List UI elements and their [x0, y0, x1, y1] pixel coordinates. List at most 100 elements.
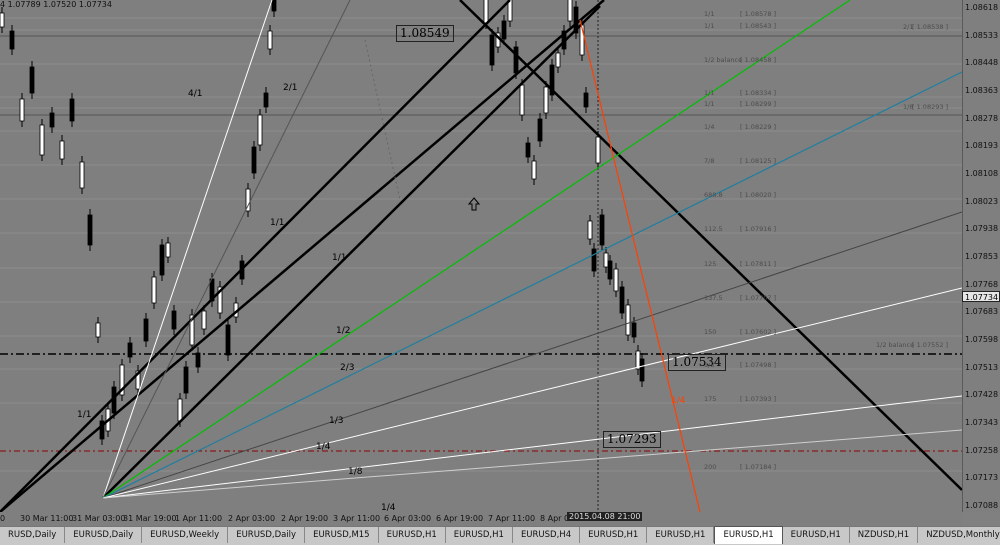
murrey-level-value: [ 1.07811 ]: [740, 260, 777, 268]
price-box-middle[interactable]: 1.07534: [668, 354, 726, 371]
gann-line-main-2[interactable]: [0, 0, 605, 512]
candle-body: [483, 0, 489, 24]
murrey-level-name: 1/1: [704, 89, 715, 97]
candle-body: [599, 214, 605, 246]
price-box-upper[interactable]: 1.08549: [396, 25, 454, 42]
candle-body: [567, 0, 573, 22]
gann-fan-1-2[interactable]: [102, 211, 962, 499]
candle-body: [127, 342, 133, 358]
candle-body: [49, 112, 55, 128]
price-tick: 1.08448: [965, 58, 999, 68]
gann-fan-green[interactable]: [102, 0, 851, 499]
price-tick: 1.07513: [965, 362, 999, 372]
gann-label-1-8: 1/8: [348, 467, 363, 477]
gann-line-1-1[interactable]: [102, 5, 601, 499]
murrey-level-value: [ 1.08543 ]: [740, 22, 777, 30]
gann-line-main[interactable]: [0, 0, 511, 512]
murrey-level-name: 112.5: [704, 225, 723, 233]
time-tick: 1 Apr 11:00: [175, 514, 223, 523]
murrey-right-value: [ 1.07552 ]: [912, 341, 949, 349]
gann-label-1-2: 1/2: [336, 326, 351, 336]
murrey-level-name: 137.5: [704, 294, 723, 302]
candles: [0, 0, 645, 445]
candle-body: [9, 30, 15, 50]
chart-tab[interactable]: NZDUSD,H1: [850, 527, 919, 543]
candle-body: [525, 142, 531, 158]
candle-body: [587, 220, 593, 240]
price-tick: 1.08193: [965, 141, 999, 151]
chart-tab[interactable]: EURUSD,H1: [714, 526, 783, 544]
candle-body: [607, 260, 613, 280]
time-tick: 0: [0, 514, 6, 523]
time-tick: 31 Mar 03:00: [72, 514, 126, 523]
gann-fan-2-3[interactable]: [102, 287, 962, 499]
price-tick: 1.08023: [965, 196, 999, 206]
chart-tab[interactable]: RUSD,Daily: [0, 527, 66, 543]
gann-fan-1-3[interactable]: [102, 395, 962, 499]
murrey-level-name: 1/4: [704, 123, 715, 131]
chart-area[interactable]: 4 1.07789 1.07520 1.07734 1.08549 1.0753…: [0, 0, 962, 512]
price-tick: 1.07768: [965, 279, 999, 289]
candle-body: [19, 98, 25, 122]
candle-body: [631, 322, 637, 338]
chart-tab[interactable]: EURUSD,M15: [305, 527, 379, 543]
price-tick: 1.08363: [965, 86, 999, 95]
time-axis[interactable]: 0 30 Mar 11:00 31 Mar 03:00 31 Mar 19:00 1 A…: [0, 512, 962, 526]
candle-body: [555, 52, 561, 68]
gann-label-1-1c: 1/1: [77, 410, 92, 420]
chart-tab[interactable]: EURUSD,H1: [379, 527, 446, 543]
gann-fan-2-1[interactable]: [102, 0, 351, 499]
chart-tab[interactable]: EURUSD,Daily: [65, 527, 143, 543]
arrow-up-icon[interactable]: [467, 196, 481, 211]
candle-body: [171, 310, 177, 330]
time-cursor-label: 2015.04.08 21:00: [567, 512, 643, 521]
chart-tab[interactable]: EURUSD,H1: [446, 527, 513, 543]
gann-line-descending[interactable]: [459, 0, 962, 491]
chart-tab[interactable]: EURUSD,Weekly: [142, 527, 229, 543]
candle-body: [625, 304, 631, 336]
candle-body: [531, 160, 537, 180]
gann-fan-4-1[interactable]: [102, 0, 273, 499]
trend-lines: [0, 0, 962, 512]
murrey-level-name: 1/1: [704, 100, 715, 108]
chart-tab[interactable]: EURUSD,H1: [580, 527, 648, 543]
chart-tab-bar: RUSD,Daily EURUSD,Daily EURUSD,Weekly EURUS…: [0, 526, 1000, 545]
chart-tab[interactable]: EURUSD,H4: [513, 527, 581, 543]
candle-body: [613, 268, 619, 292]
murrey-level-value: [ 1.07184 ]: [740, 463, 777, 471]
chart-tab[interactable]: EURUSD,Daily: [228, 527, 306, 543]
time-tick: 3 Apr 11:00: [333, 514, 381, 523]
price-chart[interactable]: [0, 0, 962, 512]
murrey-level-value: [ 1.07393 ]: [740, 395, 777, 403]
candle-body: [225, 324, 231, 356]
current-price-label: 1.07734: [962, 290, 1000, 302]
time-tick: 30 Mar 11:00: [20, 514, 74, 523]
murrey-level-name: 175: [704, 395, 717, 403]
candle-body: [271, 0, 277, 12]
price-tick: 1.07938: [965, 224, 999, 234]
chart-tab[interactable]: EURUSD,H1: [783, 527, 850, 543]
price-box-lower[interactable]: 1.07293: [603, 431, 661, 448]
chart-tab[interactable]: EURUSD,H1: [647, 527, 715, 543]
murrey-level-value: [ 1.08020 ]: [740, 191, 777, 199]
gann-fan-teal[interactable]: [102, 71, 962, 499]
candle-body: [501, 20, 507, 40]
gann-label-2-3: 2/3: [340, 363, 355, 373]
time-tick: 31 Mar 19:00: [123, 514, 177, 523]
candle-body: [177, 398, 183, 422]
price-tick: 1.08108: [965, 169, 999, 178]
candle-body: [543, 86, 549, 114]
gann-label-1-3: 1/3: [329, 416, 344, 426]
gann-fan-1-4[interactable]: [102, 429, 962, 499]
murrey-level-value: [ 1.07498 ]: [740, 361, 777, 369]
candle-body: [257, 114, 263, 146]
candle-body: [87, 214, 93, 246]
price-axis[interactable]: 1.08618 1.08533 1.08448 1.08363 1.08278 1.081…: [962, 0, 1000, 512]
gann-label-1-1: 1/1: [270, 218, 285, 228]
murrey-level-value: [ 1.08229 ]: [740, 123, 777, 131]
candle-body: [151, 276, 157, 304]
chart-tab[interactable]: NZDUSD,Monthly: [918, 527, 1000, 543]
murrey-level-name: 1/1: [704, 10, 715, 18]
candle-body: [69, 98, 75, 122]
candle-body: [519, 84, 525, 116]
